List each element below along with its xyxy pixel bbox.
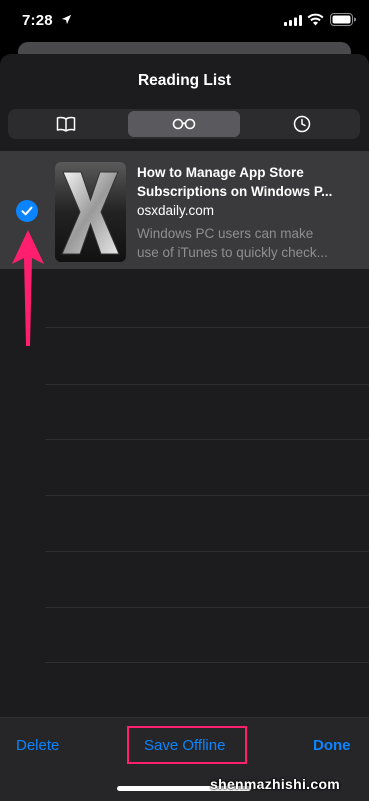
article-source: osxdaily.com xyxy=(137,203,215,218)
article-snippet: Windows PC users can make use of iTunes … xyxy=(137,225,362,262)
wifi-icon xyxy=(307,13,324,26)
cellular-signal-icon xyxy=(284,15,302,26)
done-button[interactable]: Done xyxy=(313,737,351,754)
article-title: How to Manage App Store Subscriptions on… xyxy=(137,163,362,201)
glasses-icon xyxy=(172,118,196,130)
annotation-arrow-icon xyxy=(12,230,44,346)
list-separator xyxy=(45,551,369,552)
list-separator xyxy=(45,495,369,496)
clock-icon xyxy=(293,115,311,133)
segmented-control xyxy=(8,109,360,139)
article-snippet-line-1: Windows PC users can make xyxy=(137,226,314,241)
tab-bookmarks[interactable] xyxy=(10,111,122,137)
tab-history[interactable] xyxy=(246,111,358,137)
status-bar: 7:28 xyxy=(0,0,369,44)
checkmark-icon xyxy=(21,206,33,216)
battery-icon xyxy=(330,13,356,26)
annotation-highlight-box xyxy=(127,726,247,764)
macos-x-logo-icon xyxy=(55,162,126,262)
article-thumbnail xyxy=(55,162,126,262)
watermark: shenmazhishi.com xyxy=(210,776,341,792)
selection-checkmark[interactable] xyxy=(16,200,38,222)
list-separator xyxy=(45,384,369,385)
article-title-line-1: How to Manage App Store xyxy=(137,165,304,180)
article-snippet-line-2: use of iTunes to quickly check... xyxy=(137,244,328,260)
delete-button[interactable]: Delete xyxy=(16,737,59,754)
list-separator xyxy=(45,439,369,440)
list-separator xyxy=(45,327,369,328)
tab-reading-list[interactable] xyxy=(128,111,240,137)
sheet-title: Reading List xyxy=(137,72,231,89)
book-icon xyxy=(56,116,76,132)
location-arrow-icon xyxy=(61,14,72,25)
article-title-line-2: Subscriptions on Windows P... xyxy=(137,184,333,199)
status-time: 7:28 xyxy=(22,12,53,29)
list-separator xyxy=(45,607,369,608)
list-separator xyxy=(45,662,369,663)
